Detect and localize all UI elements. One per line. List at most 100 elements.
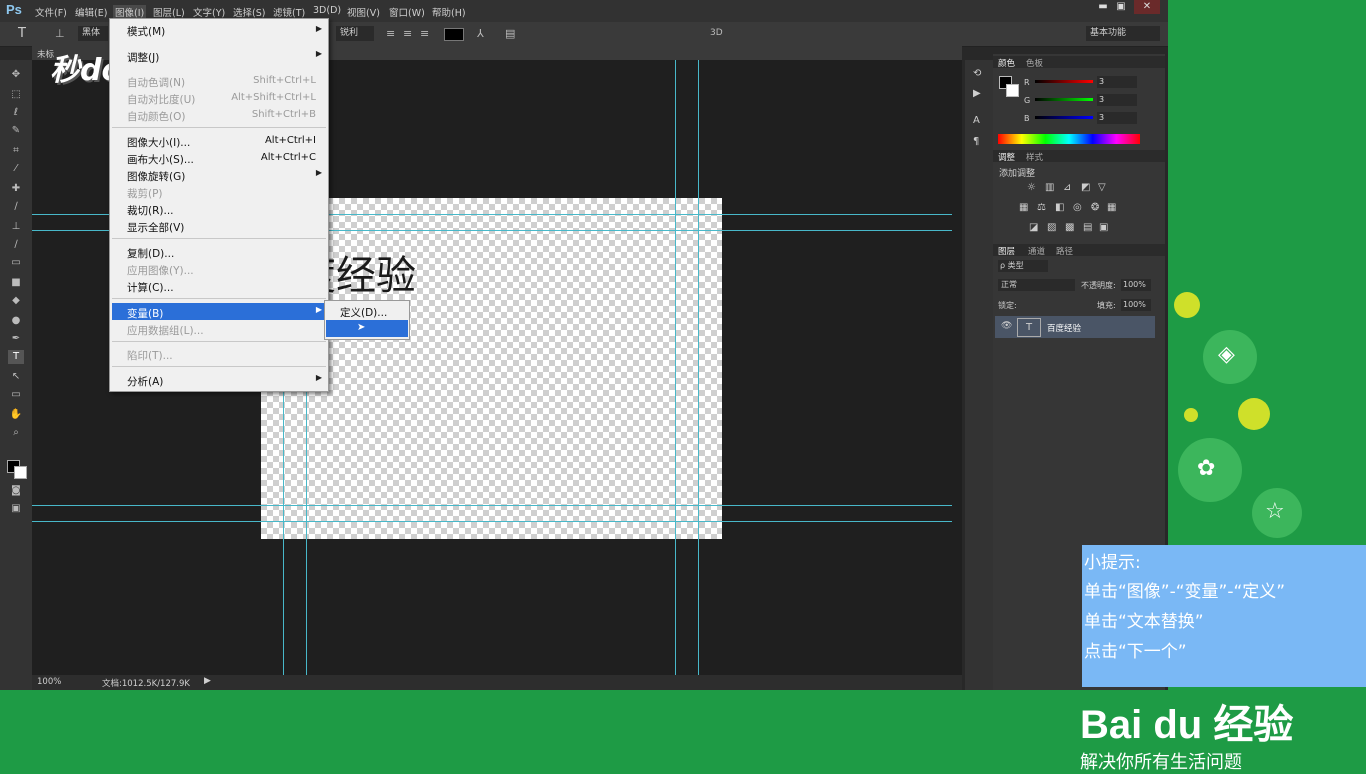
close-button[interactable]: ✕ [1134,0,1160,14]
layer-name[interactable]: 百度经验 [1047,322,1081,334]
menu-image[interactable]: 图像(I) [113,5,147,19]
align-right-icon[interactable]: ≡ [420,27,429,40]
red-value[interactable]: 3 [1097,76,1137,88]
screen-mode-icon[interactable]: ▣ [8,502,24,516]
type-tool-icon[interactable]: T [18,26,26,41]
type-tool-icon-selected[interactable]: T [8,350,24,364]
photo-filter-icon[interactable]: ◎ [1073,202,1082,213]
menu-item-calculations[interactable]: 计算(C)... [127,280,174,295]
menu-view[interactable]: 视图(V) [347,5,380,19]
align-center-icon[interactable]: ≡ [403,27,412,40]
menu-item-image-rotation[interactable]: 图像旋转(G) [127,169,185,184]
color-lookup-icon[interactable]: ▦ [1107,202,1116,213]
green-value[interactable]: 3 [1097,94,1137,106]
menu-item-mode[interactable]: 模式(M) [127,24,165,39]
eyedropper-tool-icon[interactable]: ⁄ [8,162,24,176]
warp-text-icon[interactable]: ⅄ [477,27,484,40]
red-slider[interactable] [1035,80,1093,83]
crop-tool-icon[interactable]: ⌗ [8,144,24,158]
tab-layers[interactable]: 图层 [998,245,1015,257]
healing-tool-icon[interactable]: ✚ [8,182,24,196]
guide-horizontal[interactable] [32,505,952,506]
blue-slider[interactable] [1035,116,1093,119]
restore-button[interactable]: ▣ [1112,0,1130,14]
menu-item-analysis[interactable]: 分析(A) [127,374,163,389]
quick-mask-icon[interactable]: ◙ [8,484,24,498]
pen-tool-icon[interactable]: ✒ [8,332,24,346]
blend-mode-select[interactable]: 正常 [998,279,1075,291]
stamp-tool-icon[interactable]: ⊥ [8,220,24,234]
font-family-field[interactable]: 黑体 [78,26,108,41]
tab-color[interactable]: 颜色 [998,57,1015,69]
minimize-button[interactable]: ▬ [1094,0,1112,14]
3d-label[interactable]: 3D [710,28,723,38]
channel-mixer-icon[interactable]: ❂ [1091,202,1099,213]
brush-tool-icon[interactable]: ∕ [8,200,24,214]
paragraph-icon[interactable]: ¶ [973,136,979,147]
submenu-item-define[interactable]: 定义(D)... [340,305,387,320]
menu-select[interactable]: 选择(S) [233,5,265,19]
blue-value[interactable]: 3 [1097,112,1137,124]
guide-horizontal[interactable] [32,521,952,522]
menu-item-image-size[interactable]: 图像大小(I)... [127,135,190,150]
color-balance-icon[interactable]: ⚖ [1037,202,1046,213]
menu-file[interactable]: 文件(F) [35,5,67,19]
posterize-icon[interactable]: ▨ [1047,222,1056,233]
gradient-tool-icon[interactable]: ■ [8,276,24,290]
guide-vertical[interactable] [698,60,699,675]
menu-layer[interactable]: 图层(L) [153,5,185,19]
fill-field[interactable]: 100% [1121,299,1151,311]
lasso-tool-icon[interactable]: ℓ [8,106,24,120]
menu-type[interactable]: 文字(Y) [193,5,225,19]
character-icon[interactable]: A [973,115,980,126]
tab-adjustments[interactable]: 调整 [998,151,1015,163]
layer-row[interactable]: 👁 T 百度经验 [995,316,1155,338]
history-brush-icon[interactable]: ∕ [8,238,24,252]
orientation-icon[interactable]: ⊥ [55,27,65,40]
workspace-select[interactable]: 基本功能 [1086,26,1160,41]
curves-icon[interactable]: ⊿ [1063,182,1071,193]
tab-channels[interactable]: 通道 [1028,245,1045,257]
tab-styles[interactable]: 样式 [1026,151,1043,163]
zoom-level[interactable]: 100% [37,677,61,687]
guide-vertical[interactable] [675,60,676,675]
eraser-tool-icon[interactable]: ▭ [8,256,24,270]
vibrance-icon[interactable]: ▽ [1098,182,1106,193]
move-tool-icon[interactable]: ✥ [8,68,24,82]
antialias-select[interactable]: 锐利 [336,26,374,41]
quick-select-icon[interactable]: ✎ [8,124,24,138]
history-icon[interactable]: ⟲ [973,68,981,79]
bw-icon[interactable]: ◧ [1055,202,1064,213]
zoom-tool-icon[interactable]: ⌕ [8,426,24,440]
color-spectrum-bar[interactable] [998,134,1140,144]
invert-icon[interactable]: ◪ [1029,222,1038,233]
threshold-icon[interactable]: ▩ [1065,222,1074,233]
shape-tool-icon[interactable]: ▭ [8,388,24,402]
background-color-chip[interactable] [1006,84,1019,97]
tab-paths[interactable]: 路径 [1056,245,1073,257]
menu-item-variables[interactable]: 变量(B) [127,306,163,321]
gradient-map-icon[interactable]: ▤ [1083,222,1092,233]
menu-item-reveal-all[interactable]: 显示全部(V) [127,220,184,235]
character-panel-icon[interactable]: ▤ [505,27,515,40]
menu-item-duplicate[interactable]: 复制(D)... [127,246,174,261]
dodge-tool-icon[interactable]: ● [8,314,24,328]
menu-item-adjustments[interactable]: 调整(J) [127,50,159,65]
exposure-icon[interactable]: ◩ [1081,182,1090,193]
blur-tool-icon[interactable]: ◆ [8,294,24,308]
green-slider[interactable] [1035,98,1093,101]
background-color-swatch[interactable] [14,466,27,479]
path-select-icon[interactable]: ↖ [8,370,24,384]
menu-window[interactable]: 窗口(W) [389,5,425,19]
submenu-item-data-sets[interactable] [326,320,408,337]
menu-filter[interactable]: 滤镜(T) [273,5,305,19]
opacity-field[interactable]: 100% [1121,279,1151,291]
selective-color-icon[interactable]: ▣ [1099,222,1108,233]
hue-icon[interactable]: ▦ [1019,202,1028,213]
status-arrow-icon[interactable]: ▶ [204,676,211,686]
layer-filter-select[interactable]: ρ 类型 [998,260,1048,272]
menu-item-canvas-size[interactable]: 画布大小(S)... [127,152,194,167]
eye-icon[interactable]: 👁 [1001,321,1012,331]
menu-3d[interactable]: 3D(D) [313,5,341,16]
menu-help[interactable]: 帮助(H) [432,5,466,19]
